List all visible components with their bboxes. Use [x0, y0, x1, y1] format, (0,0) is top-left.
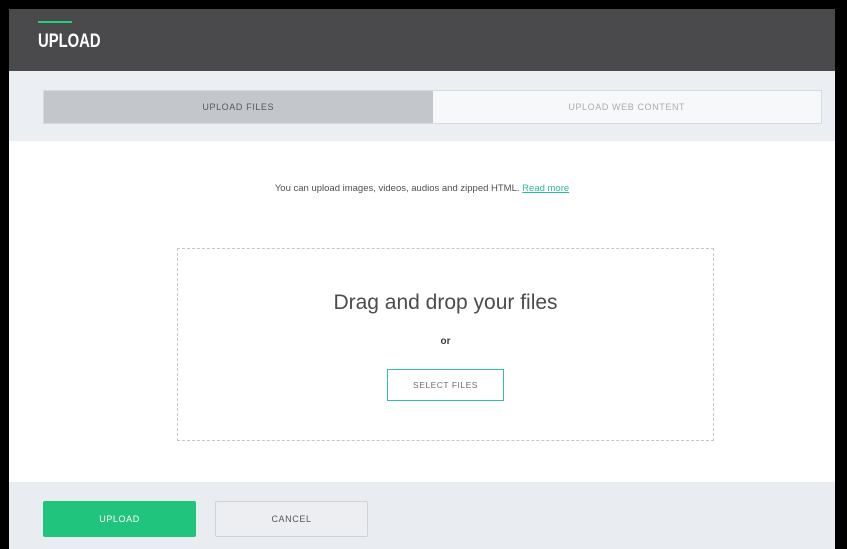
drop-zone[interactable]: Drag and drop your files or SELECT FILES [177, 248, 714, 441]
cancel-button[interactable]: CANCEL [215, 501, 368, 537]
drop-zone-title: Drag and drop your files [333, 291, 558, 314]
dialog-title: UPLOAD [38, 31, 101, 52]
dialog-footer: UPLOAD CANCEL [9, 482, 835, 549]
info-text: You can upload images, videos, audios an… [274, 183, 520, 194]
info-line: You can upload images, videos, audios an… [9, 183, 835, 194]
read-more-link[interactable]: Read more [522, 183, 569, 194]
upload-button[interactable]: UPLOAD [43, 501, 196, 537]
select-files-button[interactable]: SELECT FILES [387, 369, 504, 401]
header-accent-bar [38, 21, 72, 23]
tab-bar: UPLOAD FILES UPLOAD WEB CONTENT [9, 71, 835, 141]
upload-dialog: UPLOAD UPLOAD FILES UPLOAD WEB CONTENT Y… [9, 9, 835, 549]
tab-upload-web-content[interactable]: UPLOAD WEB CONTENT [432, 91, 821, 123]
drop-zone-or: or [440, 336, 451, 347]
tab-group: UPLOAD FILES UPLOAD WEB CONTENT [43, 90, 822, 124]
dialog-header: UPLOAD [9, 9, 835, 71]
tab-upload-files[interactable]: UPLOAD FILES [44, 91, 433, 123]
upload-content: You can upload images, videos, audios an… [9, 141, 835, 482]
